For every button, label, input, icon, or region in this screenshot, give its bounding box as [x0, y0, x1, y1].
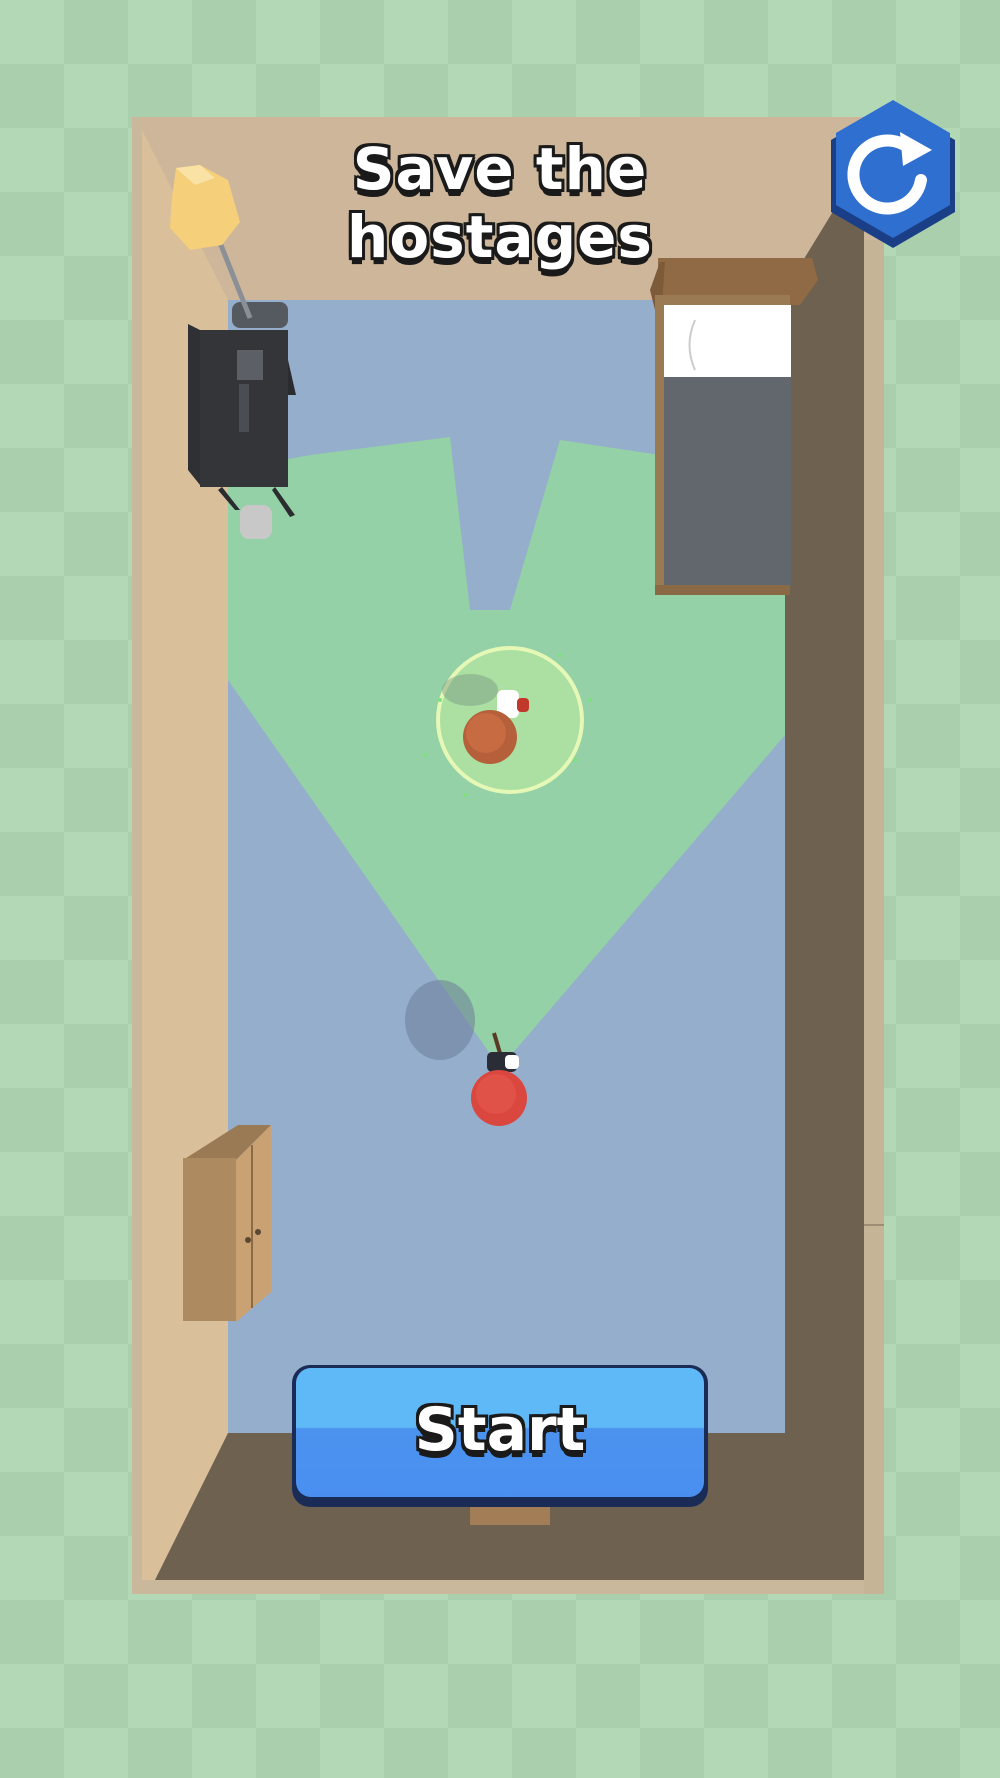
right-rim [864, 240, 884, 1594]
start-button[interactable]: Start [292, 1365, 708, 1507]
wardrobe [183, 1125, 271, 1322]
right-wall [785, 200, 864, 1580]
objective-title: Save the hostages [347, 135, 653, 271]
door-mat [470, 1505, 550, 1525]
start-button-label: Start [414, 1395, 586, 1465]
